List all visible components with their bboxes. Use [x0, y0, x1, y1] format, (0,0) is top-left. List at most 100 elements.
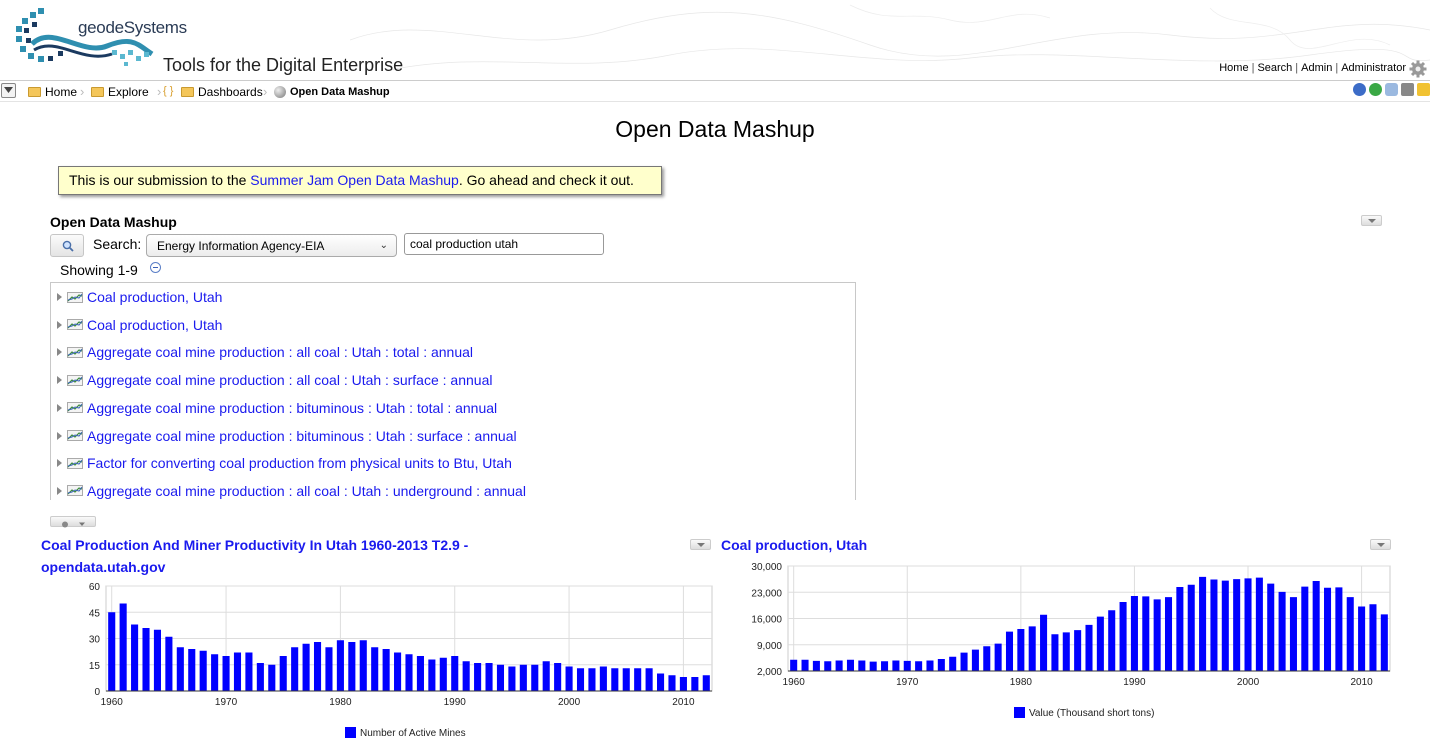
result-item-label[interactable]: Coal production, Utah	[87, 289, 222, 305]
bar[interactable]	[119, 603, 127, 692]
bar[interactable]	[1074, 630, 1082, 671]
bar[interactable]	[519, 664, 527, 691]
settings-gear-icon[interactable]	[1409, 60, 1427, 78]
chart-2-title[interactable]: Coal production, Utah	[721, 534, 867, 556]
admin-link[interactable]: Admin	[1301, 62, 1332, 74]
bar[interactable]	[599, 666, 607, 692]
bar[interactable]	[668, 675, 676, 691]
expand-arrow-icon[interactable]	[57, 293, 62, 301]
bar[interactable]	[382, 649, 390, 691]
bar[interactable]	[858, 660, 866, 672]
bar[interactable]	[869, 661, 877, 671]
bar[interactable]	[131, 624, 139, 692]
result-item-label[interactable]: Aggregate coal mine production : bitumin…	[87, 428, 517, 444]
bar[interactable]	[960, 652, 968, 671]
bar[interactable]	[994, 643, 1002, 671]
bar[interactable]	[485, 663, 493, 691]
bar[interactable]	[165, 636, 173, 691]
result-item[interactable]: Factor for converting coal production fr…	[57, 453, 512, 473]
bar[interactable]	[188, 649, 196, 691]
result-item[interactable]: Aggregate coal mine production : all coa…	[57, 342, 473, 362]
expand-arrow-icon[interactable]	[57, 403, 62, 412]
collapse-icon[interactable]	[150, 262, 161, 273]
print-icon[interactable]	[1401, 83, 1414, 96]
bar[interactable]	[801, 659, 809, 671]
bar[interactable]	[588, 668, 596, 691]
mashup-options-dropdown[interactable]	[1361, 215, 1382, 226]
bar[interactable]	[211, 654, 219, 691]
bar[interactable]	[1085, 624, 1093, 671]
bar[interactable]	[702, 675, 710, 691]
chart-1-title[interactable]: Coal Production And Miner Productivity I…	[41, 534, 468, 578]
bar[interactable]	[1096, 616, 1104, 671]
expand-arrow-icon[interactable]	[57, 486, 62, 495]
breadcrumb-explore[interactable]: Explore	[91, 85, 149, 99]
bar[interactable]	[1278, 591, 1286, 671]
favorite-star-icon[interactable]	[1417, 83, 1430, 96]
bar[interactable]	[462, 661, 470, 691]
bar[interactable]	[1108, 610, 1116, 671]
bar[interactable]	[846, 659, 854, 671]
bar[interactable]	[971, 649, 979, 671]
result-item[interactable]: Coal production, Utah	[57, 315, 222, 335]
bar[interactable]	[835, 660, 843, 672]
bar[interactable]	[268, 664, 276, 691]
bar[interactable]	[508, 666, 516, 692]
bar[interactable]	[824, 661, 832, 671]
result-item-label[interactable]: Aggregate coal mine production : all coa…	[87, 344, 473, 360]
bar[interactable]	[256, 663, 264, 691]
result-item[interactable]: Aggregate coal mine production : all coa…	[57, 370, 492, 390]
bar[interactable]	[542, 661, 550, 691]
bar[interactable]	[451, 656, 459, 691]
bar[interactable]	[915, 661, 923, 671]
bar[interactable]	[565, 666, 573, 692]
bar[interactable]	[1324, 587, 1332, 671]
result-item-label[interactable]: Aggregate coal mine production : all coa…	[87, 372, 492, 388]
bar[interactable]	[1062, 632, 1070, 671]
bar[interactable]	[325, 647, 333, 691]
bar[interactable]	[1335, 587, 1343, 671]
bar[interactable]	[892, 660, 900, 672]
bar[interactable]	[611, 668, 619, 691]
bar[interactable]	[1267, 583, 1275, 671]
bar[interactable]	[576, 668, 585, 691]
bar[interactable]	[1255, 577, 1263, 671]
bar[interactable]	[645, 668, 653, 691]
bar[interactable]	[359, 640, 367, 691]
expand-arrow-icon[interactable]	[57, 431, 62, 440]
bar[interactable]	[405, 654, 413, 691]
breadcrumb-brackets[interactable]: { }	[163, 85, 173, 97]
chart-1-options-dropdown[interactable]	[690, 539, 711, 550]
bar[interactable]	[348, 642, 356, 691]
bar[interactable]	[790, 659, 798, 671]
bar[interactable]	[812, 660, 820, 671]
expand-arrow-icon[interactable]	[57, 459, 62, 468]
result-item[interactable]: Aggregate coal mine production : bitumin…	[57, 398, 497, 418]
bar[interactable]	[1119, 602, 1127, 671]
bar[interactable]	[394, 652, 402, 692]
bar[interactable]	[336, 640, 344, 691]
expand-arrow-icon[interactable]	[57, 348, 62, 357]
result-item[interactable]: Coal production, Utah	[57, 287, 222, 307]
bar[interactable]	[1199, 576, 1207, 671]
bar[interactable]	[1130, 596, 1138, 671]
breadcrumb-dashboards[interactable]: Dashboards	[181, 85, 263, 99]
result-item[interactable]: Aggregate coal mine production : all coa…	[57, 481, 526, 500]
bar[interactable]	[302, 643, 310, 691]
chart-2-options-dropdown[interactable]	[1370, 539, 1391, 550]
search-input[interactable]: coal production utah	[404, 233, 604, 255]
bar[interactable]	[679, 677, 687, 691]
bar[interactable]	[1301, 586, 1309, 671]
result-item-label[interactable]: Coal production, Utah	[87, 317, 222, 333]
bar[interactable]	[439, 657, 447, 691]
bar[interactable]	[531, 664, 539, 691]
bar[interactable]	[1187, 584, 1195, 671]
geodesystems-logo[interactable]: geodeSystems	[12, 6, 187, 74]
bar[interactable]	[176, 647, 184, 691]
bar[interactable]	[416, 656, 424, 691]
bar[interactable]	[1289, 597, 1297, 671]
bar[interactable]	[245, 652, 253, 692]
search-button[interactable]	[50, 234, 84, 257]
bar[interactable]	[1040, 614, 1048, 671]
bar[interactable]	[233, 652, 242, 692]
